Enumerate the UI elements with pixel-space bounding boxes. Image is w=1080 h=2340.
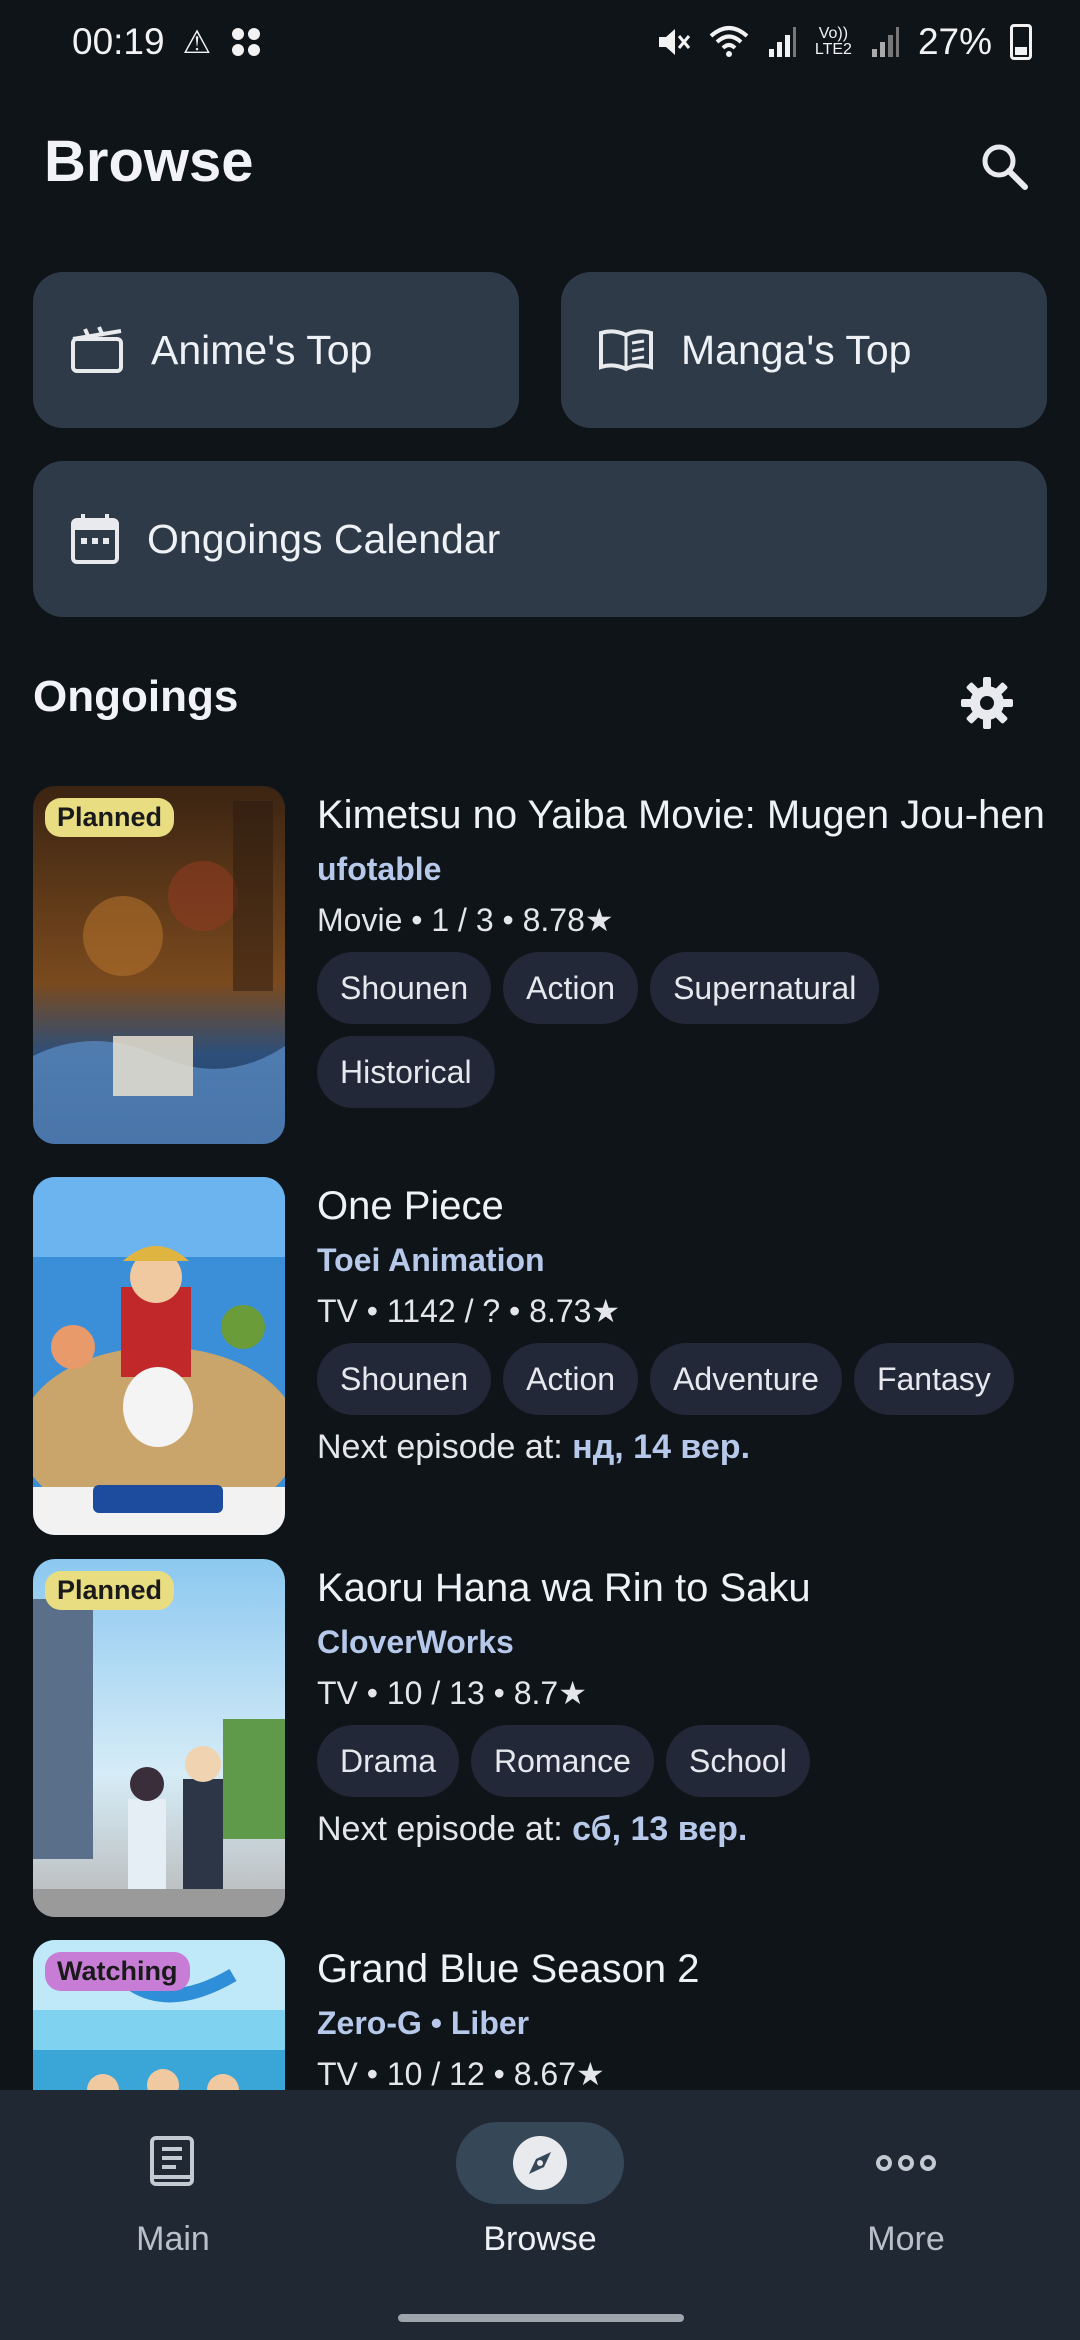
page-title: Browse (44, 129, 254, 194)
gear-icon (961, 677, 1013, 729)
nav-main-label: Main (136, 2220, 210, 2258)
genre-chip[interactable]: Action (503, 952, 639, 1024)
genre-chip[interactable]: Action (503, 1343, 639, 1415)
nav-more[interactable]: More (756, 2122, 1056, 2272)
genre-chip[interactable]: Supernatural (650, 952, 880, 1024)
genre-chip[interactable]: Historical (317, 1036, 495, 1108)
genre-chip[interactable]: Shounen (317, 1343, 492, 1415)
item-info: Kimetsu no Yaiba Movie: Mugen Jou-hen uf… (317, 786, 1057, 1108)
compass-icon (513, 2136, 567, 2190)
item-info: Grand Blue Season 2 Zero-G • Liber TV • … (317, 1940, 1057, 2090)
nav-browse-icon-wrap (456, 2122, 624, 2204)
item-studio: Toei Animation (317, 1242, 545, 1278)
item-info: One Piece Toei Animation TV • 1142 / ? •… (317, 1177, 1057, 1473)
nav-more-label: More (867, 2220, 945, 2258)
next-episode: Next episode at: сб, 13 вер. (317, 1803, 1057, 1855)
poster-image (33, 1177, 285, 1535)
poster-art (33, 1559, 285, 1917)
item-title: Kimetsu no Yaiba Movie: Mugen Jou-hen (317, 793, 1045, 837)
list-item[interactable]: One Piece Toei Animation TV • 1142 / ? •… (0, 1177, 1080, 1547)
signal-icon-2 (871, 27, 899, 57)
nav-browse[interactable]: Browse (390, 2122, 690, 2272)
status-badge: Planned (45, 1571, 175, 1610)
item-meta: TV • 10 / 13 • 8.7★ (317, 1675, 587, 1711)
list-item[interactable]: Planned Kimetsu no Yaiba Movie: Mugen Jo… (0, 786, 1080, 1166)
poster-image: Watching (33, 1940, 285, 2090)
manga-top-label: Manga's Top (681, 326, 912, 373)
apps-icon (232, 28, 261, 56)
next-episode-date: нд, 14 вер. (572, 1428, 751, 1466)
book-icon (150, 2136, 194, 2186)
nav-main[interactable]: Main (23, 2122, 323, 2272)
genre-chips: Drama Romance School (317, 1725, 1057, 1797)
item-meta: TV • 1142 / ? • 8.73★ (317, 1293, 621, 1329)
poster-image: Planned (33, 786, 285, 1144)
genre-chips: Shounen Action Supernatural Historical (317, 952, 1057, 1108)
next-episode-label: Next episode at: (317, 1810, 573, 1848)
list-item[interactable]: Watching Grand Blue Season 2 Zero-G • Li… (0, 1940, 1080, 2090)
status-badge: Planned (45, 798, 175, 837)
clapperboard-icon (71, 326, 123, 373)
item-title: Kaoru Hana wa Rin to Saku (317, 1566, 811, 1610)
search-icon (982, 144, 1028, 190)
wifi-icon (709, 26, 749, 57)
manga-top-button[interactable]: Manga's Top (561, 272, 1047, 428)
search-button[interactable] (972, 134, 1036, 198)
status-bar: 00:19 ⚠ Vo)) LTE2 27% (0, 0, 1080, 84)
item-meta: TV • 10 / 12 • 8.67★ (317, 2056, 605, 2090)
status-right: Vo)) LTE2 27% (655, 21, 1032, 63)
nav-main-icon-wrap (89, 2122, 257, 2204)
next-episode-label: Next episode at: (317, 1428, 573, 1466)
warning-icon: ⚠ (182, 24, 212, 60)
list-item[interactable]: Planned Kaoru Hana wa Rin to Saku Clover… (0, 1559, 1080, 1929)
item-studio: ufotable (317, 851, 442, 887)
genre-chip[interactable]: Fantasy (853, 1343, 1014, 1415)
nav-browse-label: Browse (483, 2220, 597, 2258)
ongoings-calendar-button[interactable]: Ongoings Calendar (33, 461, 1047, 617)
volte-icon: Vo)) LTE2 (814, 25, 852, 58)
bottom-navigation: Main Browse More (0, 2090, 1080, 2340)
more-horizontal-icon (876, 2155, 936, 2171)
next-episode-date: сб, 13 вер. (572, 1810, 748, 1848)
status-badge: Watching (45, 1952, 190, 1991)
item-title: Grand Blue Season 2 (317, 1947, 700, 1991)
nav-more-icon-wrap (822, 2122, 990, 2204)
mute-icon (658, 29, 691, 55)
battery-icon (1010, 24, 1032, 60)
genre-chip[interactable]: Shounen (317, 952, 492, 1024)
signal-icon (768, 27, 796, 57)
poster-art (33, 1177, 285, 1535)
next-episode: Next episode at: нд, 14 вер. (317, 1421, 1057, 1473)
poster-art (33, 786, 285, 1144)
section-title: Ongoings (33, 672, 239, 721)
item-studio: CloverWorks (317, 1624, 514, 1660)
ongoings-calendar-label: Ongoings Calendar (147, 515, 501, 562)
genre-chip[interactable]: Romance (471, 1725, 654, 1797)
calendar-icon (71, 514, 119, 564)
battery-percent: 27% (917, 21, 992, 62)
poster-image: Planned (33, 1559, 285, 1917)
genre-chip[interactable]: Adventure (650, 1343, 842, 1415)
item-meta: Movie • 1 / 3 • 8.78★ (317, 902, 614, 938)
home-indicator[interactable] (398, 2314, 684, 2322)
genre-chip[interactable]: Drama (317, 1725, 460, 1797)
anime-top-label: Anime's Top (151, 326, 373, 373)
ongoings-settings-button[interactable] (956, 672, 1018, 734)
item-title: One Piece (317, 1184, 504, 1228)
genre-chip[interactable]: School (665, 1725, 810, 1797)
genre-chips: Shounen Action Adventure Fantasy (317, 1343, 1057, 1415)
status-left: 00:19 ⚠ (72, 21, 263, 63)
open-book-icon (599, 329, 653, 372)
ongoings-list[interactable]: Planned Kimetsu no Yaiba Movie: Mugen Jo… (0, 786, 1080, 2090)
item-info: Kaoru Hana wa Rin to Saku CloverWorks TV… (317, 1559, 1057, 1855)
clock: 00:19 (72, 21, 165, 62)
item-studio: Zero-G • Liber (317, 2005, 530, 2041)
anime-top-button[interactable]: Anime's Top (33, 272, 519, 428)
